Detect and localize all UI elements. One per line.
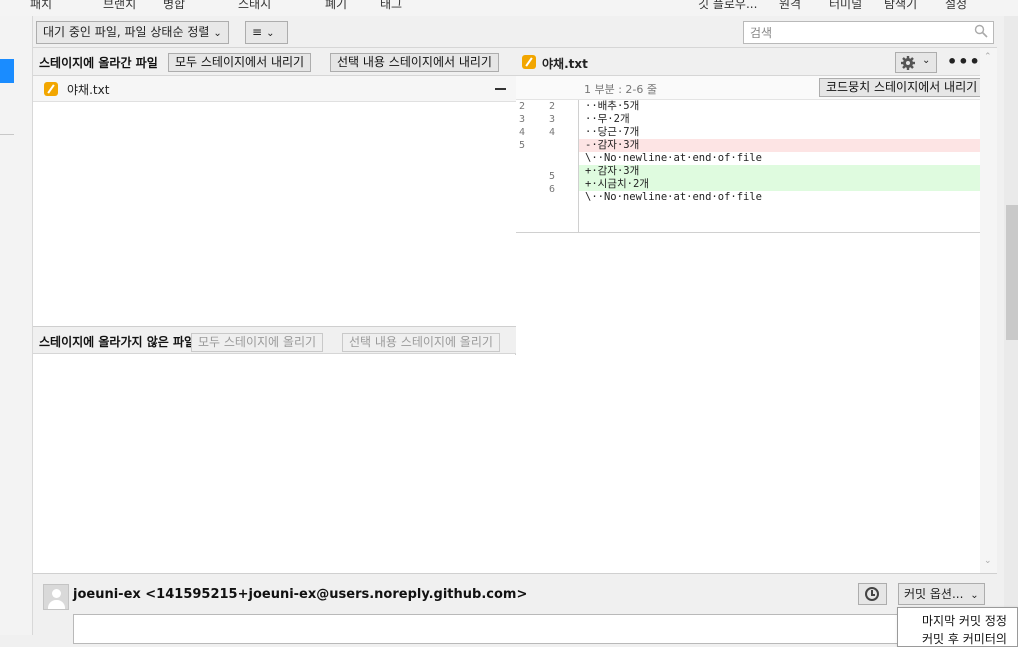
unstage-hunk-button[interactable]: 코드뭉치 스테이지에서 내리기	[819, 78, 985, 97]
diff-divider	[516, 232, 980, 233]
toolbar-merge[interactable]: 병합	[163, 0, 185, 12]
new-line-number: 6	[549, 184, 556, 195]
toolbar-branch[interactable]: 브랜치	[103, 0, 136, 12]
toolbar-patch[interactable]: 패치	[30, 0, 52, 12]
toolbar-git-flow[interactable]: 깃 플로우...	[698, 0, 757, 12]
commit-panel: joeuni-ex <141595215+joeuni-ex@users.nor…	[33, 573, 997, 644]
avatar	[43, 584, 69, 610]
stage-all-button[interactable]: 모두 스테이지에 올리기	[191, 333, 324, 352]
search-input[interactable]	[743, 21, 994, 44]
commit-author: joeuni-ex <141595215+joeuni-ex@users.nor…	[73, 587, 528, 602]
diff-header: 야채.txt ⌄ •••	[516, 48, 980, 76]
search-icon[interactable]	[974, 24, 988, 38]
toolbar-remote[interactable]: 원격	[779, 0, 801, 12]
file-lists-pane: 스테이지에 올라간 파일 모두 스테이지에서 내리기 선택 내용 스테이지에서 …	[33, 48, 516, 573]
collapse-icon[interactable]	[495, 88, 506, 90]
filter-bar: 대기 중인 파일, 파일 상태순 정렬 ⌄ ≡ ⌄	[33, 16, 997, 48]
chevron-down-icon: ⌄	[213, 28, 222, 39]
stage-selected-button[interactable]: 선택 내용 스테이지에 올리기	[342, 333, 500, 352]
new-line-number: 5	[549, 171, 556, 182]
old-line-number: 5	[519, 140, 526, 151]
window-scrollbar-thumb[interactable]	[1006, 205, 1018, 340]
diff-scrollbar[interactable]: ⌃ ⌄	[980, 48, 997, 573]
unstage-all-button[interactable]: 모두 스테이지에서 내리기	[168, 53, 312, 72]
modified-icon	[522, 55, 536, 69]
more-options-icon[interactable]: •••	[947, 52, 981, 71]
commit-options-label: 커밋 옵션...	[904, 587, 964, 601]
file-name: 야채.txt	[67, 83, 110, 97]
clock-icon	[865, 587, 879, 601]
list-icon: ≡	[252, 25, 263, 39]
sidebar-selected-indicator[interactable]	[0, 59, 14, 83]
old-line-number: 3	[519, 114, 526, 125]
commit-history-button[interactable]	[858, 583, 887, 605]
commit-options-menu: 마지막 커밋 정정 커밋 후 커미터의	[897, 607, 1018, 647]
sidebar-strip	[0, 16, 33, 635]
chevron-down-icon: ⌄	[922, 55, 931, 66]
unstaged-list[interactable]	[33, 355, 516, 573]
sort-dropdown-label: 대기 중인 파일, 파일 상태순 정렬	[43, 25, 210, 39]
sort-dropdown[interactable]: 대기 중인 파일, 파일 상태순 정렬 ⌄	[36, 21, 229, 44]
commit-options-button[interactable]: 커밋 옵션... ⌄	[898, 583, 985, 605]
old-line-number: 2	[519, 101, 526, 112]
toolbar-tag[interactable]: 태그	[380, 0, 402, 12]
hunk-range-label: 1 부분 : 2-6 줄	[584, 83, 658, 96]
toolbar-terminal[interactable]: 터미널	[829, 0, 862, 12]
gear-icon	[901, 56, 915, 70]
diff-line-added: +·시금치·2개	[579, 178, 980, 191]
diff-code[interactable]: ··배추·5개 ··무·2개 ··당근·7개 -·감자·3개 \··No·new…	[579, 100, 980, 232]
diff-line-context: ··무·2개	[585, 113, 630, 125]
new-line-number: 4	[549, 127, 556, 138]
view-mode-dropdown[interactable]: ≡ ⌄	[245, 21, 288, 44]
staged-title: 스테이지에 올라간 파일	[39, 56, 158, 70]
unstaged-title: 스테이지에 올라가지 않은 파일	[39, 335, 196, 349]
diff-line-context: ··당근·7개	[585, 126, 640, 138]
diff-pane: 야채.txt ⌄ ••• 1 부분 : 2-6 줄 코드뭉치 스테이지에서 내리…	[516, 48, 985, 573]
hunk-header: 1 부분 : 2-6 줄 코드뭉치 스테이지에서 내리기	[516, 76, 985, 100]
diff-line-added: +·감자·3개	[579, 165, 980, 178]
sidebar-divider	[0, 134, 14, 135]
diff-file-name: 야채.txt	[542, 57, 588, 71]
unstage-selected-button[interactable]: 선택 내용 스테이지에서 내리기	[330, 53, 499, 72]
toolbar-explorer[interactable]: 탐색기	[884, 0, 917, 12]
toolbar-stash[interactable]: 스태시	[238, 0, 271, 12]
scroll-down-icon[interactable]: ⌄	[984, 556, 992, 566]
staged-file-row[interactable]: 야채.txt	[33, 76, 516, 102]
diff-line-removed: -·감자·3개	[579, 139, 980, 152]
diff-line-context: \··No·newline·at·end·of·file	[585, 152, 763, 164]
menu-item-amend-last-commit[interactable]: 마지막 커밋 정정	[922, 612, 1007, 629]
menu-item-commit-options[interactable]: 커밋 후 커미터의	[922, 630, 1007, 647]
toolbar-discard[interactable]: 폐기	[325, 0, 347, 12]
staged-list[interactable]	[33, 102, 516, 326]
new-line-number: 2	[549, 101, 556, 112]
scroll-up-icon[interactable]: ⌃	[984, 52, 992, 62]
old-line-number: 4	[519, 127, 526, 138]
toolbar-settings[interactable]: 설정	[945, 0, 967, 12]
line-number-gutter: 2 2 3 3 4 4 5 5 6	[516, 100, 579, 232]
main-toolbar: 패치 브랜치 병합 스태시 폐기 태그 깃 플로우... 원격 터미널 탐색기 …	[0, 0, 1018, 16]
staged-header: 스테이지에 올라간 파일 모두 스테이지에서 내리기 선택 내용 스테이지에서 …	[33, 48, 516, 76]
diff-line-context: \··No·newline·at·end·of·file	[585, 191, 763, 203]
new-line-number: 3	[549, 114, 556, 125]
chevron-down-icon: ⌄	[970, 590, 979, 601]
modified-icon	[44, 82, 58, 96]
unstaged-header: 스테이지에 올라가지 않은 파일 모두 스테이지에 올리기 선택 내용 스테이지…	[33, 326, 516, 354]
file-status-view: 대기 중인 파일, 파일 상태순 정렬⌄ ≡⌄ 스테이지에 올라간 파일 모두 …	[33, 16, 997, 644]
diff-line-context: ··배추·5개	[585, 100, 640, 112]
commit-message-input[interactable]	[73, 614, 903, 644]
chevron-down-icon: ⌄	[266, 28, 275, 39]
diff-settings-button[interactable]: ⌄	[895, 52, 937, 73]
